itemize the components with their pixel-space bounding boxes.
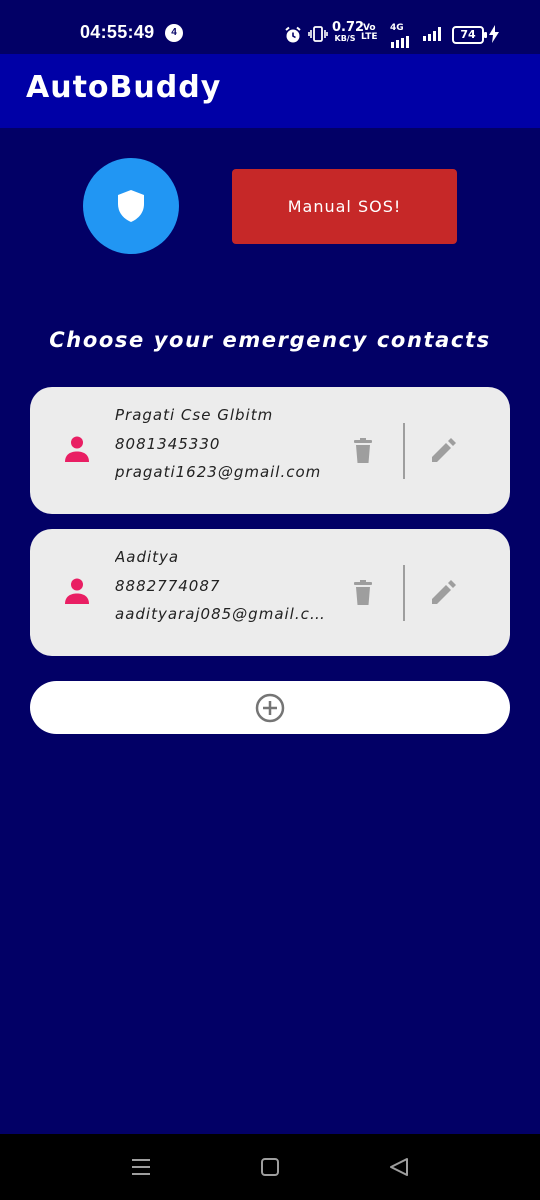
section-heading: Choose your emergency contacts	[49, 328, 491, 352]
network-type: 4G	[390, 23, 404, 33]
shield-button[interactable]	[83, 158, 179, 254]
contact-phone: 8081345330	[115, 434, 221, 453]
contact-details: Aaditya 8882774087 aadityaraj085@gmail.c…	[115, 543, 325, 629]
signal-icon	[391, 36, 409, 48]
contact-email: pragati1623@gmail.com	[115, 463, 322, 481]
contact-card[interactable]: Aaditya 8882774087 aadityaraj085@gmail.c…	[30, 529, 510, 656]
net-speed-unit: KB/S	[334, 34, 356, 43]
home-icon[interactable]	[260, 1157, 280, 1177]
battery-icon: 74	[452, 26, 487, 44]
delete-icon[interactable]	[353, 580, 373, 605]
back-icon[interactable]	[388, 1157, 410, 1177]
contact-details: Pragati Cse Glbitm 8081345330 pragati162…	[115, 401, 325, 487]
app-bar: AutoBuddy	[0, 54, 540, 128]
volte-indicator: Vo LTE	[361, 24, 378, 42]
contact-name: Pragati Cse Glbitm	[115, 406, 274, 424]
notification-badge: 4	[165, 24, 183, 42]
edit-icon[interactable]	[431, 580, 456, 605]
alarm-icon	[285, 26, 301, 43]
menu-icon[interactable]	[131, 1157, 151, 1177]
charging-icon	[489, 25, 499, 43]
shield-icon	[118, 190, 144, 222]
contact-card[interactable]: Pragati Cse Glbitm 8081345330 pragati162…	[30, 387, 510, 514]
signal-4g: 4G	[390, 24, 410, 52]
status-bar: 04:55:49 4 0.72 KB/S Vo LTE 4G 74	[0, 0, 540, 54]
net-speed: 0.72 KB/S	[332, 21, 364, 44]
person-icon	[65, 436, 89, 462]
contact-name: Aaditya	[115, 548, 180, 566]
edit-icon[interactable]	[431, 438, 456, 463]
add-contact-button[interactable]	[30, 681, 510, 734]
signal-strength-icon	[423, 27, 441, 41]
volte-bottom: LTE	[361, 32, 378, 42]
delete-icon[interactable]	[353, 438, 373, 463]
card-divider	[403, 423, 405, 479]
contact-phone: 8882774087	[115, 576, 221, 595]
vibrate-icon	[308, 26, 328, 42]
add-circle-icon	[255, 693, 285, 722]
manual-sos-button[interactable]: Manual SOS!	[232, 169, 457, 244]
status-time: 04:55:49	[80, 22, 155, 42]
app-title: AutoBuddy	[26, 70, 222, 105]
navigation-bar	[0, 1134, 540, 1200]
person-icon	[65, 578, 89, 604]
battery-level: 74	[460, 28, 476, 41]
card-divider	[403, 565, 405, 621]
contact-email: aadityaraj085@gmail.c...	[115, 605, 325, 623]
